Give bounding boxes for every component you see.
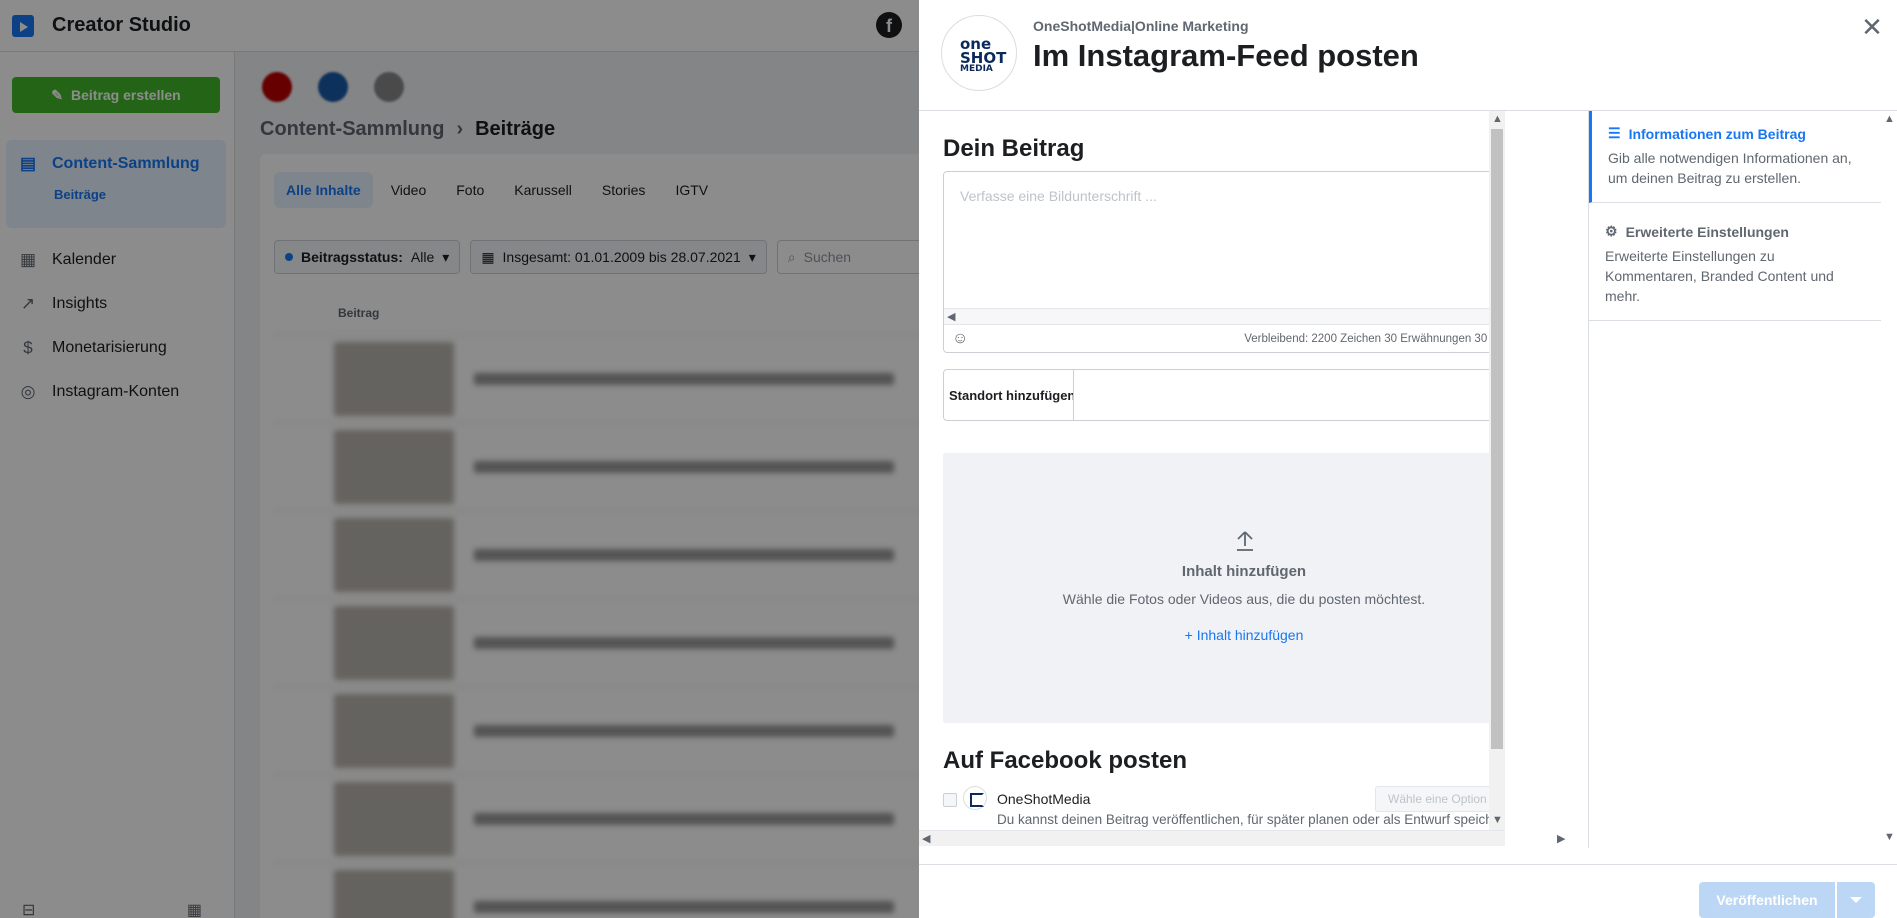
scroll-up-icon[interactable]: ▲ xyxy=(1884,113,1895,125)
caption-textarea[interactable]: Verfasse eine Bildunterschrift ... ▲ ▼ ◀… xyxy=(943,171,1489,353)
dialog-header: one SHOT MEDIA OneShotMedia|Online Marketi… xyxy=(919,0,1897,111)
scroll-right-icon[interactable]: ▶ xyxy=(1557,833,1565,845)
publish-option-select[interactable]: Wähle eine Option aus ▾ xyxy=(1375,786,1489,812)
side-nav-desc: Erweiterte Einstellungen zu Kommentaren,… xyxy=(1605,248,1834,304)
facebook-page-name: OneShotMedia xyxy=(997,791,1091,807)
page-avatar: one SHOT MEDIA xyxy=(941,15,1017,91)
scroll-down-icon[interactable]: ▼ xyxy=(1492,814,1503,826)
page-name: OneShotMedia|Online Marketing xyxy=(1033,18,1249,34)
scrollbar-thumb[interactable] xyxy=(1491,129,1503,749)
media-dropzone[interactable]: Inhalt hinzufügen Wähle die Fotos oder V… xyxy=(943,453,1489,723)
dialog-footer: Veröffentlichen xyxy=(919,864,1897,918)
section-title-your-post: Dein Beitrag xyxy=(943,135,1085,162)
scroll-down-icon[interactable]: ▼ xyxy=(1884,831,1895,843)
scroll-left-icon[interactable]: ◀ xyxy=(947,311,955,323)
side-nav-post-info[interactable]: ☰ Informationen zum Beitrag Gib alle not… xyxy=(1589,111,1882,203)
side-nav-title: Erweiterte Einstellungen xyxy=(1625,223,1789,240)
dropzone-subtitle: Wähle die Fotos oder Videos aus, die du … xyxy=(1062,591,1426,607)
post-info-icon: ☰ xyxy=(1608,125,1621,141)
location-label: Standort hinzufügen xyxy=(944,370,1074,420)
caption-footer: ☺ Verbleibend: 2200 Zeichen 30 Erwähnung… xyxy=(944,324,1489,352)
form-hscrollbar[interactable]: ◀ ▶ xyxy=(919,830,1565,846)
post-form: Dein Beitrag Verfasse eine Bildunterschr… xyxy=(919,111,1489,848)
dialog-side-nav: ☰ Informationen zum Beitrag Gib alle not… xyxy=(1588,111,1882,848)
remaining-counter: Verbleibend: 2200 Zeichen 30 Erwähnungen… xyxy=(1244,332,1489,345)
upload-icon xyxy=(1237,531,1253,551)
emoji-icon[interactable]: ☺ xyxy=(952,330,968,348)
add-content-label: Inhalt hinzufügen xyxy=(1196,627,1304,643)
section-title-facebook: Auf Facebook posten xyxy=(943,747,1188,774)
creator-studio-app: Creator Studio f ✎ Beitrag erstellen ▤ C… xyxy=(0,0,1897,918)
facebook-page-checkbox[interactable] xyxy=(943,793,957,807)
caption-hscrollbar[interactable]: ◀ ▶ xyxy=(944,308,1489,324)
publish-button[interactable]: Veröffentlichen xyxy=(1699,882,1835,918)
dropzone-title: Inhalt hinzufügen xyxy=(1181,563,1307,580)
dialog-title: Im Instagram-Feed posten xyxy=(1033,38,1419,73)
form-scrollbar[interactable]: ▲ ▼ xyxy=(1489,111,1505,830)
scroll-up-icon[interactable]: ▲ xyxy=(1492,113,1503,125)
instagram-post-dialog: one SHOT MEDIA OneShotMedia|Online Marketi… xyxy=(919,0,1897,918)
side-nav-desc: Gib alle notwendigen Informationen an, u… xyxy=(1608,150,1852,186)
facebook-description: Du kannst deinen Beitrag veröffentlichen… xyxy=(997,812,1489,827)
side-nav-scrollbar[interactable]: ▲ ▼ xyxy=(1881,111,1897,848)
location-field[interactable]: Standort hinzufügen xyxy=(943,369,1489,421)
close-icon[interactable]: ✕ xyxy=(1859,14,1885,40)
caption-placeholder: Verfasse eine Bildunterschrift ... xyxy=(960,188,1157,204)
side-nav-advanced-settings[interactable]: ⚙ Erweiterte Einstellungen Erweiterte Ei… xyxy=(1589,209,1882,321)
plus-icon: + xyxy=(1184,627,1193,643)
facebook-page-avatar xyxy=(963,786,987,810)
oneshotmedia-logo-icon: one SHOT MEDIA xyxy=(960,35,1007,74)
publish-dropdown-button[interactable] xyxy=(1837,882,1875,918)
add-content-link[interactable]: + Inhalt hinzufügen xyxy=(943,627,1489,643)
gear-icon: ⚙ xyxy=(1605,223,1618,239)
scroll-left-icon[interactable]: ◀ xyxy=(922,833,930,845)
side-nav-title: Informationen zum Beitrag xyxy=(1628,125,1806,142)
option-select-label: Wähle eine Option aus xyxy=(1388,792,1489,806)
